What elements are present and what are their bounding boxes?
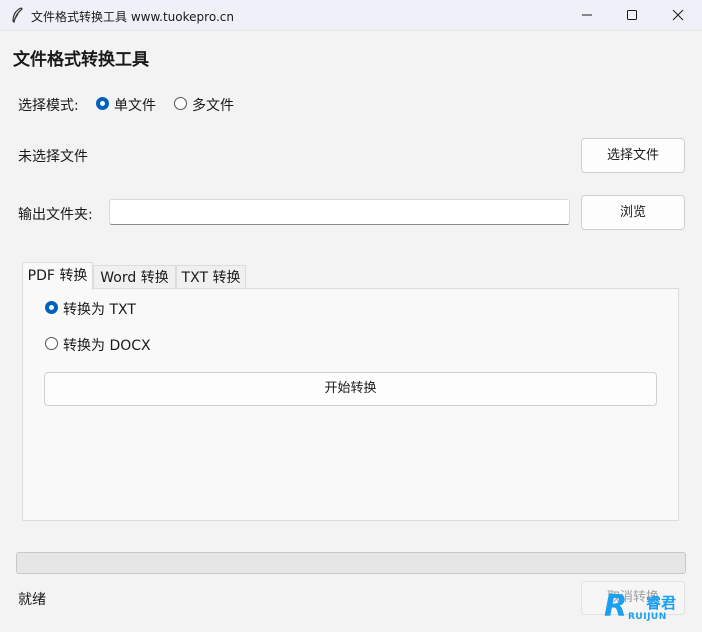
progress-bar <box>16 552 686 574</box>
convert-docx-label[interactable]: 转换为 DOCX <box>63 335 151 355</box>
mode-multi-label[interactable]: 多文件 <box>192 95 234 115</box>
select-file-button[interactable]: 选择文件 <box>581 138 685 173</box>
window-title: 文件格式转换工具 www.tuokepro.cn <box>31 10 234 24</box>
start-convert-button[interactable]: 开始转换 <box>44 372 657 406</box>
tab-pdf[interactable]: PDF 转换 <box>22 262 93 290</box>
app-title: 文件格式转换工具 <box>13 50 149 70</box>
browse-button[interactable]: 浏览 <box>581 195 685 230</box>
feather-icon <box>12 7 23 23</box>
watermark-name-en: RUIJUN <box>628 612 667 622</box>
close-button[interactable] <box>655 0 701 31</box>
convert-txt-label[interactable]: 转换为 TXT <box>63 299 136 319</box>
window-titlebar[interactable]: 文件格式转换工具 www.tuokepro.cn <box>0 0 702 31</box>
tab-word[interactable]: Word 转换 <box>93 265 176 289</box>
tab-txt[interactable]: TXT 转换 <box>176 265 246 289</box>
status-text: 就绪 <box>18 592 46 608</box>
file-status: 未选择文件 <box>18 149 88 165</box>
minimize-button[interactable] <box>564 0 610 31</box>
minimize-icon <box>582 14 592 16</box>
maximize-button[interactable] <box>609 0 655 31</box>
pdf-tab-panel: 转换为 TXT 转换为 DOCX 开始转换 <box>22 288 679 521</box>
watermark-logo: R 睿君 RUIJUN <box>604 591 688 625</box>
maximize-icon <box>627 10 637 20</box>
output-folder-input[interactable] <box>109 199 570 225</box>
mode-label: 选择模式: <box>18 98 79 114</box>
convert-txt-radio[interactable] <box>45 301 58 314</box>
mode-single-label[interactable]: 单文件 <box>114 95 156 115</box>
mode-multi-radio[interactable] <box>174 97 187 110</box>
convert-docx-radio[interactable] <box>45 337 58 350</box>
output-folder-label: 输出文件夹: <box>18 207 93 223</box>
mode-single-radio[interactable] <box>96 97 109 110</box>
close-icon <box>672 9 684 21</box>
watermark-name-cn: 睿君 <box>646 594 677 612</box>
watermark-letter: R <box>604 589 628 624</box>
